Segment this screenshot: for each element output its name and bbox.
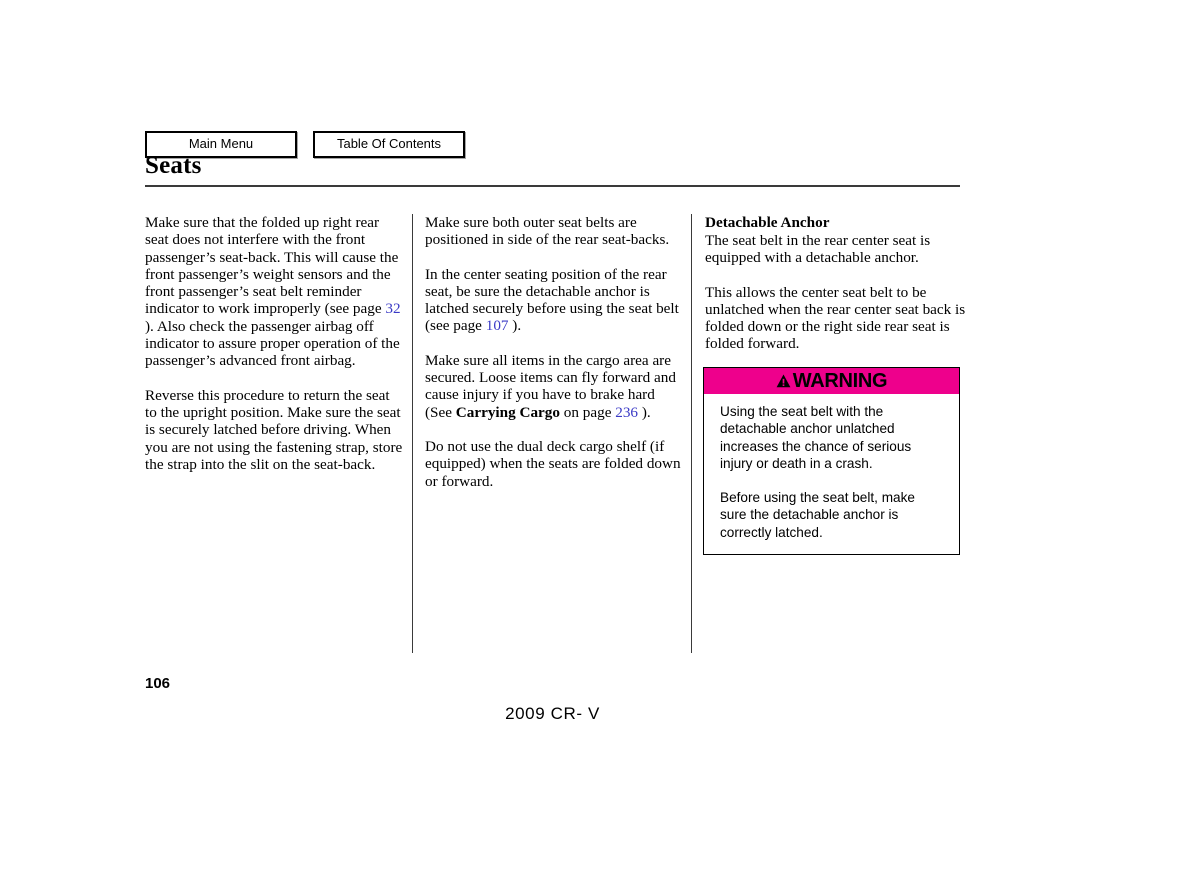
warning-paragraph: Using the seat belt with the detachable …	[720, 404, 912, 471]
page-title: Seats	[145, 152, 202, 179]
warning-title: WARNING	[792, 370, 888, 392]
manual-page: Main Menu Table Of Contents Seats Make s…	[0, 0, 1200, 892]
column-divider-2	[691, 214, 692, 653]
paragraph: In the center seating position of the re…	[425, 265, 679, 335]
emphasis-text: Carrying Cargo	[455, 403, 560, 421]
title-divider-rule	[145, 185, 960, 187]
paragraph: Make sure that the folded up right rear …	[145, 214, 401, 370]
model-year-footer: 2009 CR- V	[505, 704, 600, 723]
column-divider-1	[412, 214, 413, 653]
warning-box: WARNING Using the seat belt with the det…	[703, 367, 960, 556]
paragraph: This allows the center seat belt to be u…	[705, 283, 966, 353]
page-number: 106	[145, 675, 171, 692]
page-reference-link[interactable]: 236	[615, 404, 638, 421]
page-reference-link[interactable]: 32	[385, 300, 400, 317]
page-reference-link[interactable]: 107	[486, 317, 509, 334]
paragraph: Make sure both outer seat belts are posi…	[425, 214, 670, 249]
text-column-3: Detachable Anchor The seat belt in the r…	[705, 214, 967, 353]
text-column-1: Make sure that the folded up right rear …	[145, 214, 403, 473]
warning-triangle-icon	[776, 374, 791, 388]
paragraph: The seat belt in the rear center seat is…	[705, 232, 931, 267]
warning-header: WARNING	[704, 368, 959, 394]
text-column-2: Make sure both outer seat belts are posi…	[425, 214, 683, 490]
paragraph: Reverse this procedure to return the sea…	[145, 386, 403, 473]
table-of-contents-button[interactable]: Table Of Contents	[313, 131, 465, 158]
warning-paragraph: Before using the seat belt, make sure th…	[720, 490, 915, 540]
paragraph: Make sure all items in the cargo area ar…	[425, 351, 676, 421]
section-subheading: Detachable Anchor	[705, 214, 830, 231]
text-column-3-body: The seat belt in the rear center seat is…	[705, 232, 967, 353]
paragraph: Do not use the dual deck cargo shelf (if…	[425, 437, 681, 490]
warning-body: Using the seat belt with the detachable …	[704, 394, 959, 554]
